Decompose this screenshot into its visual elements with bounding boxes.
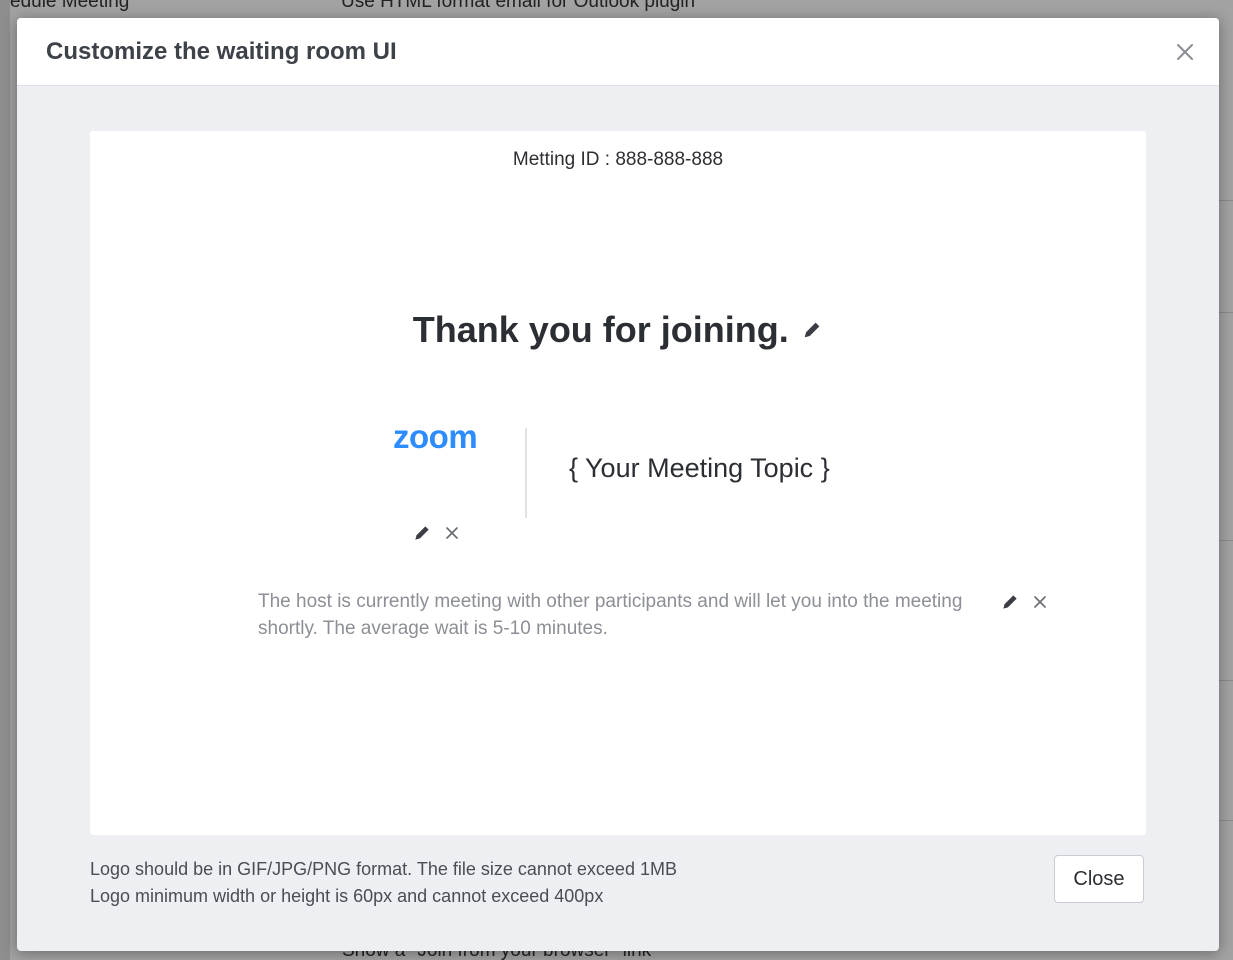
dialog-header: Customize the waiting room UI <box>17 18 1219 86</box>
meeting-id: Metting ID : 888-888-888 <box>512 149 724 170</box>
description-actions <box>1000 592 1050 612</box>
waiting-room-preview: Metting ID : 888-888-888 Thank you for j… <box>90 131 1146 835</box>
close-icon[interactable] <box>1030 592 1050 612</box>
logo-format-note: Logo should be in GIF/JPG/PNG format. Th… <box>90 859 677 879</box>
close-button[interactable]: Close <box>1054 855 1144 903</box>
logo-actions <box>412 523 462 543</box>
logo-size-note: Logo minimum width or height is 60px and… <box>90 886 604 906</box>
logo-requirements: Logo should be in GIF/JPG/PNG format. Th… <box>90 856 677 910</box>
pencil-icon[interactable] <box>412 523 432 543</box>
pencil-icon[interactable] <box>1000 592 1020 612</box>
background-setting-text: Use HTML format email for Outlook plugin <box>341 0 696 12</box>
logo-divider <box>525 428 527 518</box>
close-icon[interactable] <box>1173 40 1197 64</box>
meeting-topic: { Your Meeting Topic } <box>569 453 830 483</box>
zoom-logo: zoom <box>393 418 478 455</box>
dialog-title: Customize the waiting room UI <box>46 38 397 65</box>
background-scheduler-text: edule Meeting <box>10 0 130 12</box>
customize-waiting-room-dialog: Customize the waiting room UI Metting ID… <box>17 18 1219 951</box>
close-icon[interactable] <box>442 523 462 543</box>
welcome-row: Thank you for joining. <box>90 309 1146 351</box>
waiting-description: The host is currently meeting with other… <box>258 591 963 639</box>
welcome-title: Thank you for joining. <box>412 309 789 350</box>
pencil-icon[interactable] <box>801 319 823 341</box>
